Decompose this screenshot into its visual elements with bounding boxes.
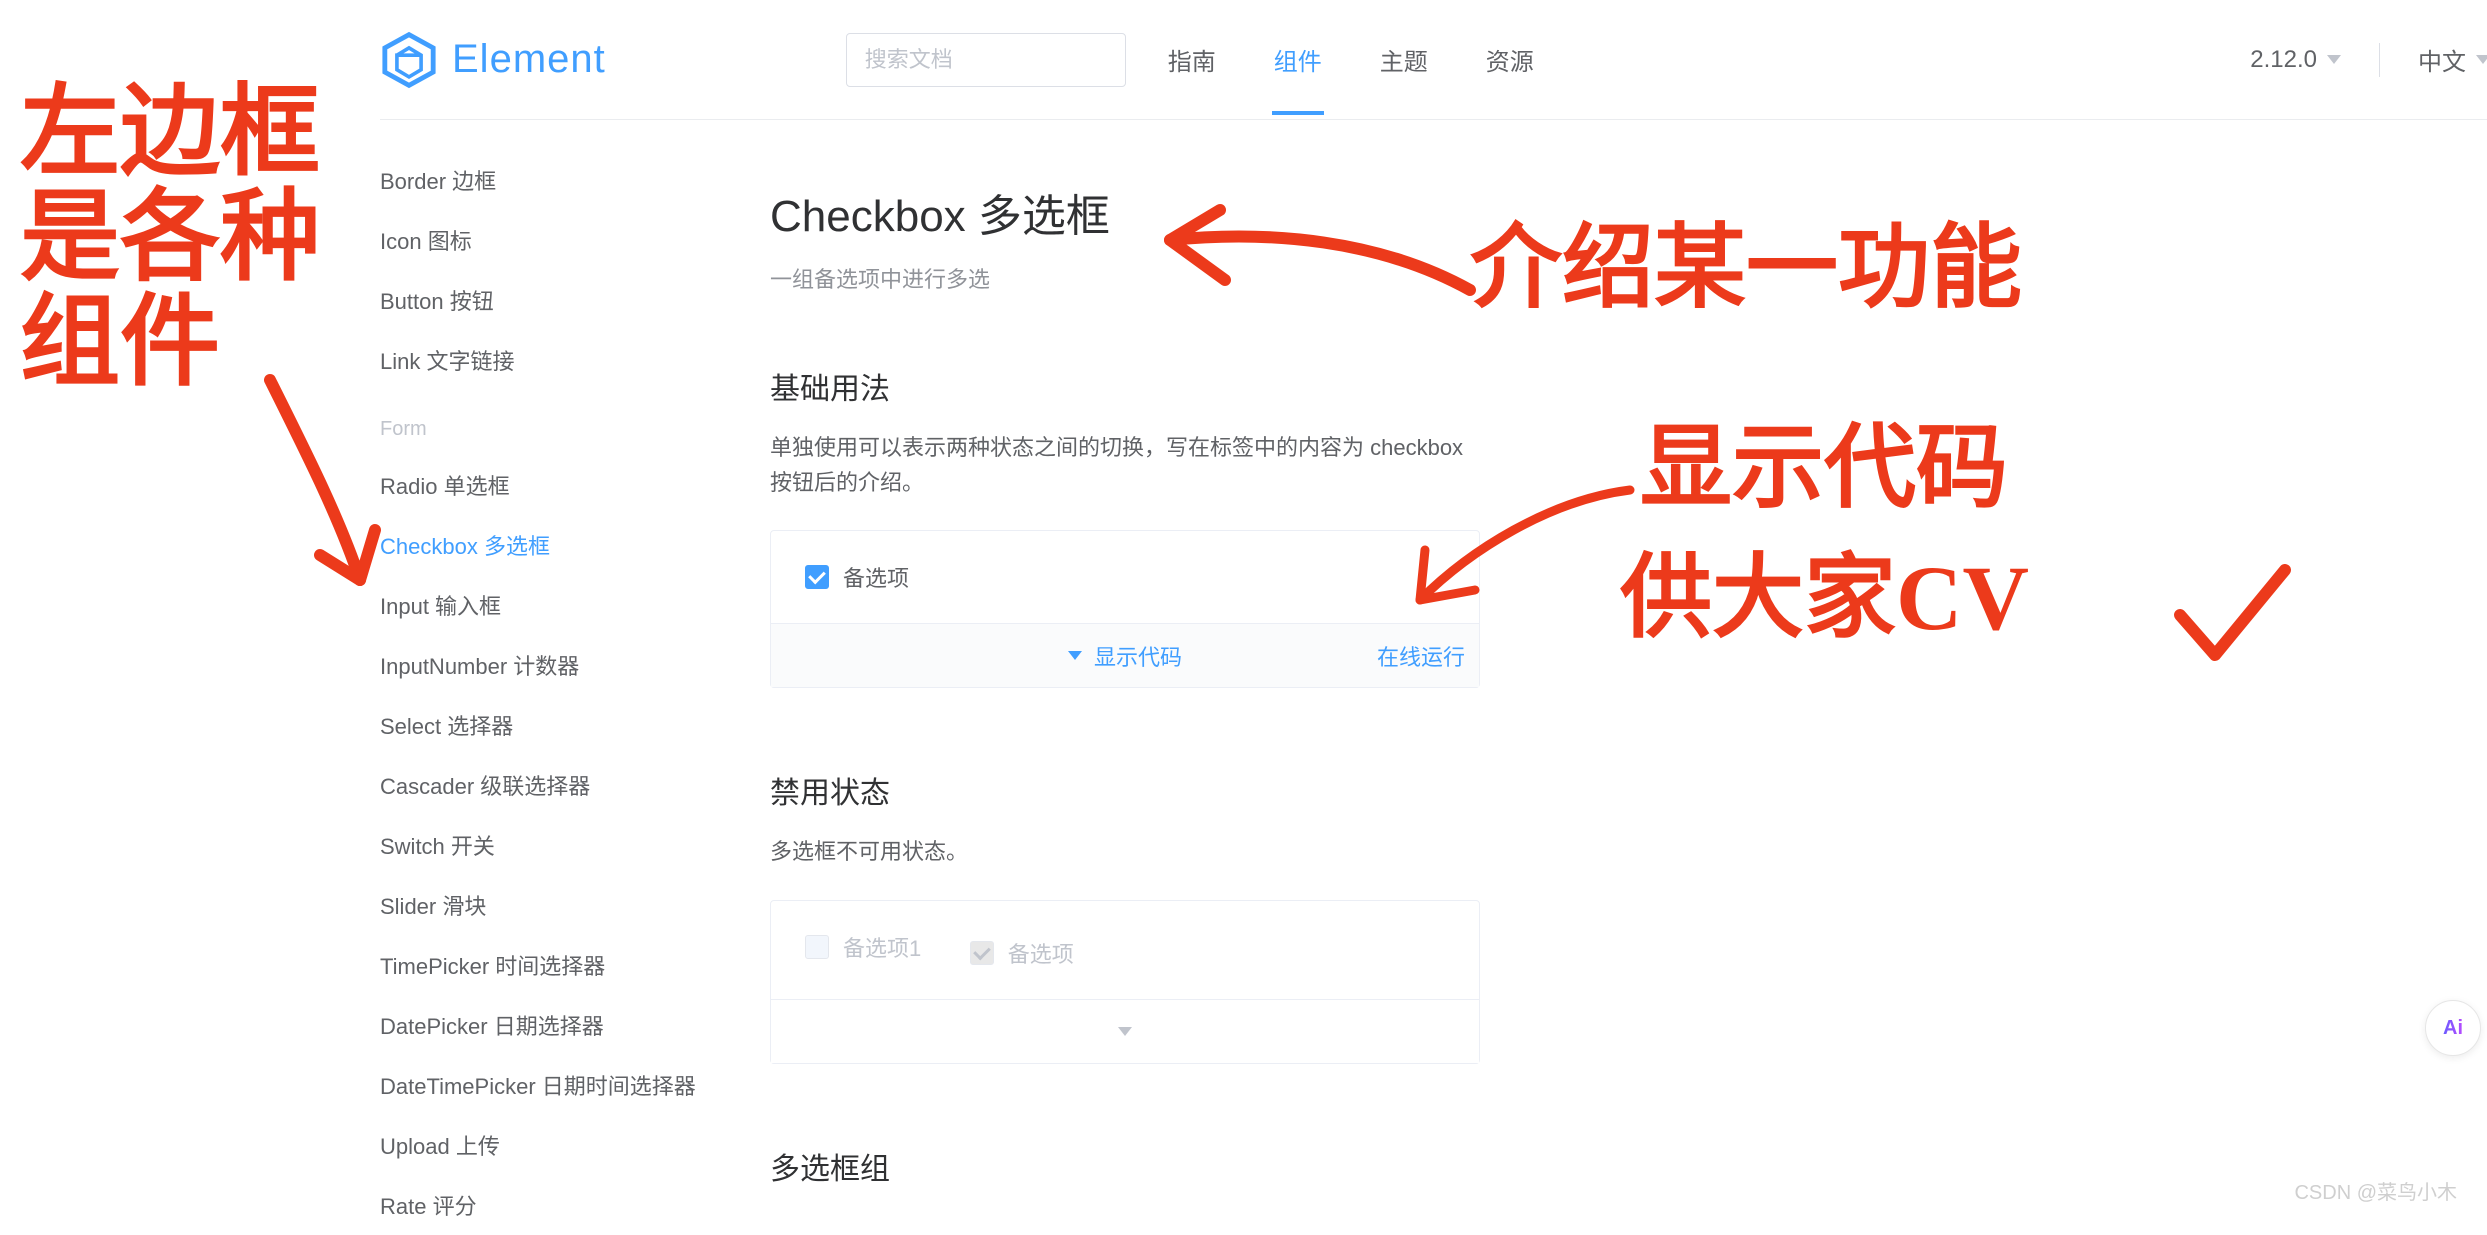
content: Checkbox 多选框 一组备选项中进行多选 基础用法 单独使用可以表示两种状… [770, 120, 1490, 1235]
sidebar-item-datetimepicker[interactable]: DateTimePicker 日期时间选择器 [380, 1055, 770, 1115]
checkbox-label: 备选项1 [843, 931, 921, 963]
watermark: CSDN @菜鸟小木 [2294, 1176, 2457, 1205]
online-run-link[interactable]: 在线运行 [1377, 640, 1465, 672]
sidebar-item-rate[interactable]: Rate 评分 [380, 1175, 770, 1235]
language-label: 中文 [2418, 42, 2466, 77]
show-code-toggle[interactable]: 显示代码 在线运行 [771, 623, 1479, 687]
sidebar-item-datepicker[interactable]: DatePicker 日期选择器 [380, 995, 770, 1055]
sidebar-item-switch[interactable]: Switch 开关 [380, 815, 770, 875]
nav-component[interactable]: 组件 [1272, 4, 1324, 115]
ai-badge-label: Ai [2443, 1017, 2463, 1040]
version-select[interactable]: 2.12.0 [2250, 46, 2341, 74]
sidebar-item[interactable]: Button 按钮 [380, 270, 770, 330]
chevron-down-icon [2327, 55, 2341, 64]
show-code-label: 显示代码 [1094, 640, 1182, 672]
logo-icon [380, 31, 438, 89]
sidebar-item-radio[interactable]: Radio 单选框 [380, 455, 770, 515]
nav-guide[interactable]: 指南 [1166, 4, 1218, 115]
nav-theme[interactable]: 主题 [1378, 4, 1430, 115]
logo-text: Element [452, 37, 606, 82]
search-input[interactable] [846, 33, 1126, 87]
checkbox-icon [805, 565, 829, 589]
sidebar-item-inputnumber[interactable]: InputNumber 计数器 [380, 635, 770, 695]
sidebar: Border 边框 Icon 图标 Button 按钮 Link 文字链接 Fo… [380, 120, 770, 1235]
section-disabled-desc: 多选框不可用状态。 [770, 834, 1480, 869]
section-group-heading: 多选框组 [770, 1144, 1480, 1188]
sidebar-item-slider[interactable]: Slider 滑块 [380, 875, 770, 935]
sidebar-item-select[interactable]: Select 选择器 [380, 695, 770, 755]
section-disabled-heading: 禁用状态 [770, 768, 1480, 812]
page-subtitle: 一组备选项中进行多选 [770, 262, 1480, 294]
header: Element 指南 组件 主题 资源 2.12.0 中文 [380, 0, 2487, 120]
sidebar-item-input[interactable]: Input 输入框 [380, 575, 770, 635]
sidebar-item[interactable]: Icon 图标 [380, 210, 770, 270]
logo[interactable]: Element [380, 31, 606, 89]
demo-disabled: 备选项1 备选项 [770, 900, 1480, 1064]
sidebar-item-timepicker[interactable]: TimePicker 时间选择器 [380, 935, 770, 995]
demo-basic: 备选项 显示代码 在线运行 [770, 530, 1480, 688]
checkbox-disabled-checked: 备选项 [970, 937, 1074, 969]
divider [2379, 43, 2380, 77]
section-basic-heading: 基础用法 [770, 364, 1480, 408]
chevron-down-icon [2476, 55, 2487, 64]
top-nav: 指南 组件 主题 资源 [1166, 4, 1536, 115]
caret-down-icon [1068, 651, 1082, 660]
section-basic-desc: 单独使用可以表示两种状态之间的切换，写在标签中的内容为 checkbox 按钮后… [770, 430, 1480, 500]
page-title: Checkbox 多选框 [770, 180, 1480, 244]
checkbox-icon [970, 941, 994, 965]
sidebar-item[interactable]: Link 文字链接 [380, 330, 770, 390]
checkbox-label: 备选项 [1008, 937, 1074, 969]
checkbox-label: 备选项 [843, 561, 909, 593]
ai-badge[interactable]: Ai [2425, 1000, 2481, 1056]
sidebar-item[interactable]: Border 边框 [380, 150, 770, 210]
checkbox-icon [805, 935, 829, 959]
nav-resource[interactable]: 资源 [1484, 4, 1536, 115]
caret-down-icon [1118, 1027, 1132, 1036]
sidebar-item-cascader[interactable]: Cascader 级联选择器 [380, 755, 770, 815]
checkbox-option[interactable]: 备选项 [805, 561, 909, 593]
sidebar-item-checkbox[interactable]: Checkbox 多选框 [380, 515, 770, 575]
version-label: 2.12.0 [2250, 46, 2317, 74]
checkbox-disabled: 备选项1 [805, 931, 921, 963]
sidebar-item-upload[interactable]: Upload 上传 [380, 1115, 770, 1175]
show-code-toggle[interactable] [771, 999, 1479, 1063]
annotation-left: 左边框 是各种 组件 [20, 80, 360, 395]
sidebar-group-form: Form [380, 390, 770, 455]
language-select[interactable]: 中文 [2418, 42, 2487, 77]
